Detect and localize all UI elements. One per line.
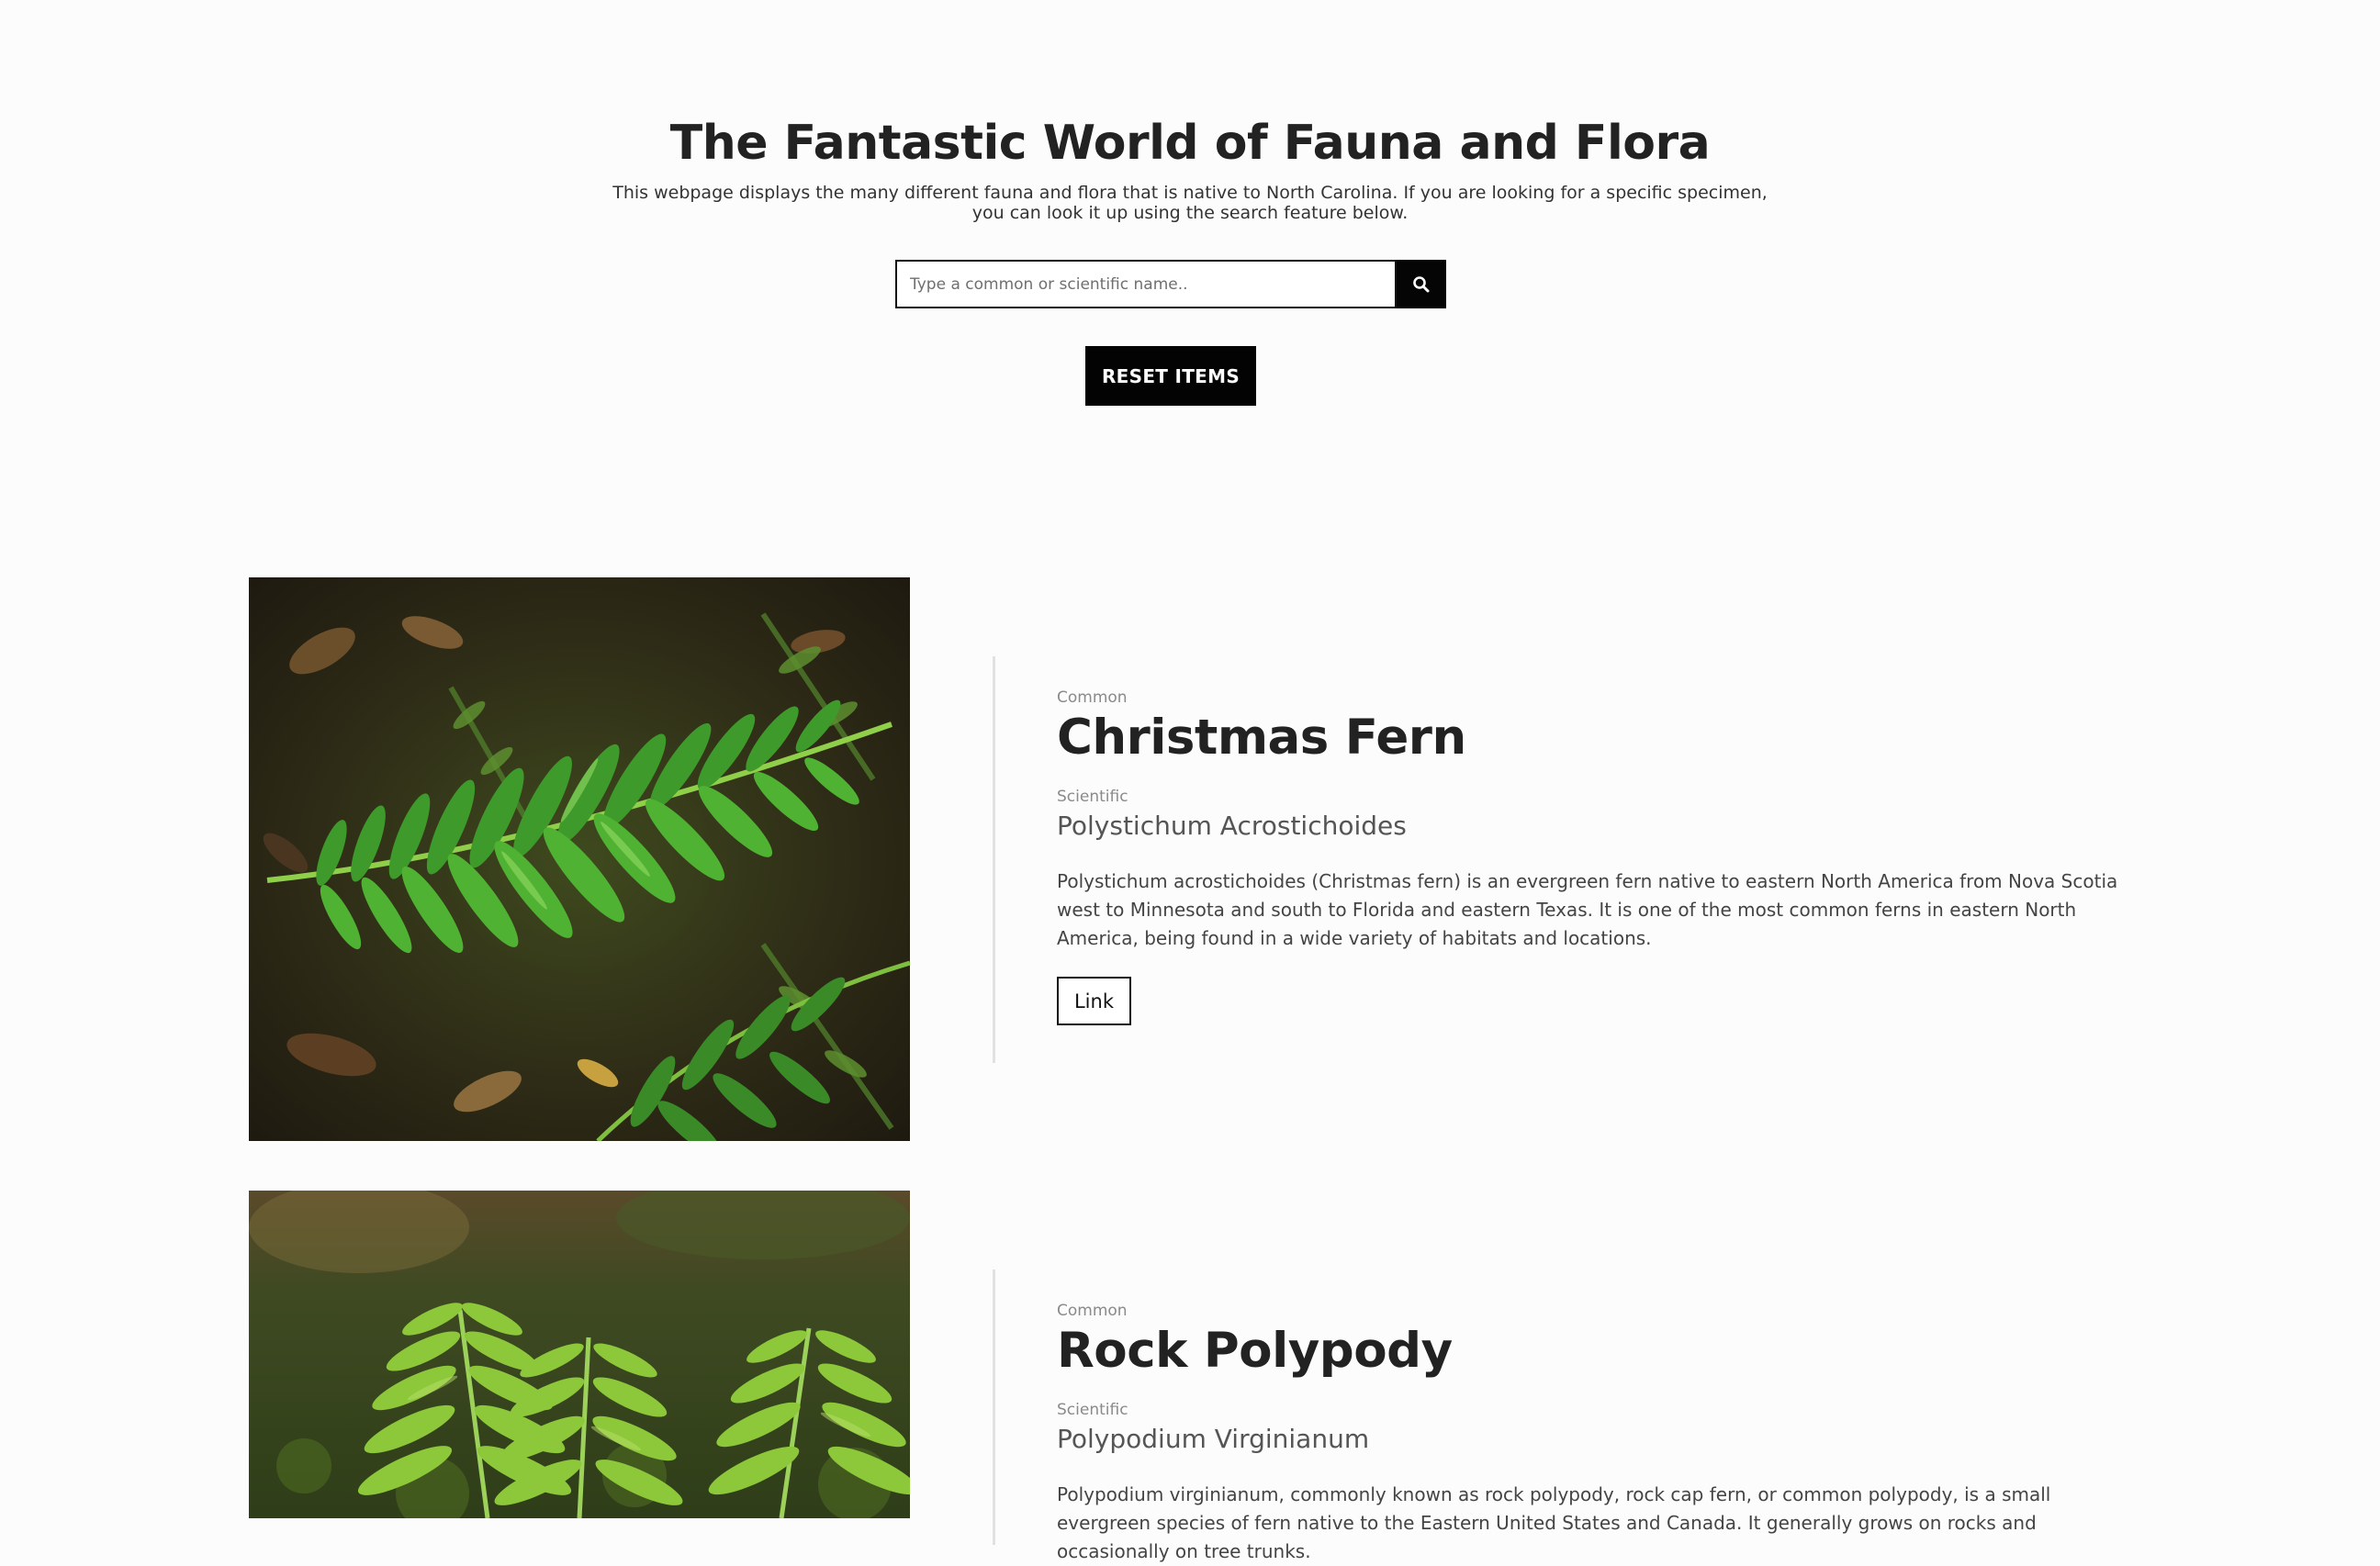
common-name: Rock Polypody: [1057, 1323, 1453, 1379]
specimen-description: Polypodium virginianum, commonly known a…: [1057, 1483, 2051, 1562]
specimen-description: Polystichum acrostichoides (Christmas fe…: [1057, 870, 2118, 949]
christmas-fern-photo: [249, 577, 910, 1141]
specimen-card: Common Rock Polypody Scientific Polypodi…: [0, 1191, 2380, 1562]
reset-items-button[interactable]: RESET ITEMS: [1085, 346, 1256, 406]
common-name: Christmas Fern: [1057, 710, 1466, 766]
scientific-name: Polystichum Acrostichoides: [1057, 811, 1407, 841]
vertical-divider: [993, 1270, 995, 1545]
intro-line-1: This webpage displays the many different…: [612, 183, 1768, 203]
common-label: Common: [1057, 688, 1128, 707]
search-bar: [895, 260, 1446, 308]
specimen-link-button[interactable]: Link: [1057, 977, 1131, 1025]
page-title: The Fantastic World of Fauna and Flora: [669, 116, 1711, 171]
scientific-name: Polypodium Virginianum: [1057, 1424, 1370, 1454]
common-label: Common: [1057, 1302, 1128, 1320]
specimen-card: Common Christmas Fern Scientific Polysti…: [0, 577, 2380, 1165]
scientific-label: Scientific: [1057, 788, 1128, 806]
page-intro: This webpage displays the many different…: [547, 183, 1833, 223]
search-icon: [1413, 275, 1430, 292]
rock-polypody-photo: [249, 1191, 910, 1518]
search-button[interactable]: [1397, 260, 1446, 308]
intro-line-2: you can look it up using the search feat…: [971, 203, 1409, 223]
search-input[interactable]: [895, 260, 1397, 308]
scientific-label: Scientific: [1057, 1401, 1128, 1419]
vertical-divider: [993, 656, 995, 1063]
